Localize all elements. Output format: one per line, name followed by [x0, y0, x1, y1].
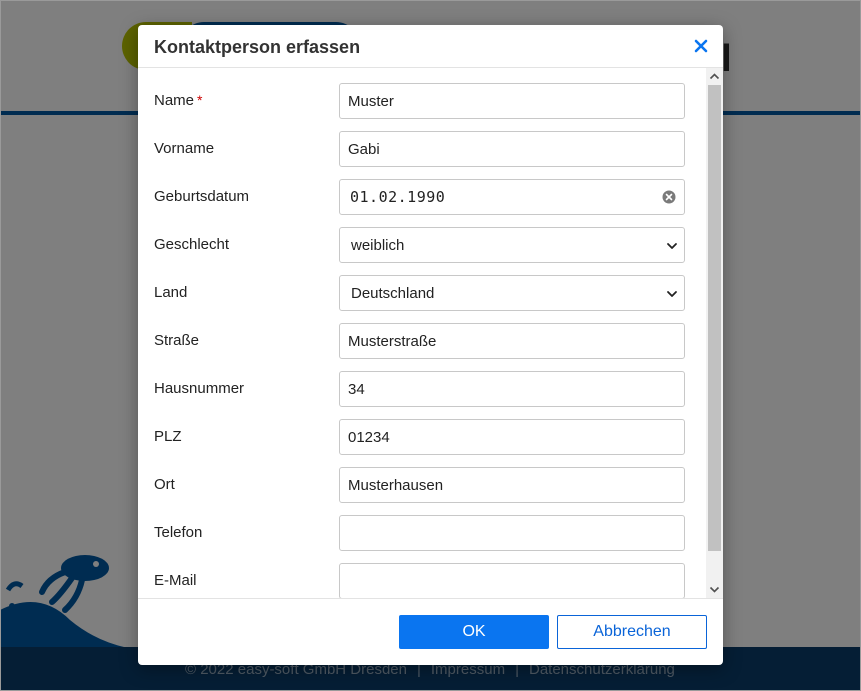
vorname-input[interactable]	[339, 131, 685, 167]
close-button[interactable]	[689, 34, 713, 58]
vorname-label: Vorname	[154, 140, 215, 157]
form-row-name: Name *	[138, 83, 706, 119]
chevron-down-icon	[667, 243, 677, 249]
cancel-button[interactable]: Abbrechen	[557, 615, 707, 649]
clear-icon[interactable]	[662, 190, 676, 204]
name-label: Name *	[154, 92, 203, 109]
email-input[interactable]	[339, 563, 685, 598]
geschlecht-selected-value: weiblich	[351, 237, 405, 254]
form-row-geschlecht: Geschlecht weiblich	[138, 227, 706, 263]
ok-button[interactable]: OK	[399, 615, 549, 649]
form-row-email: E-Mail	[138, 563, 706, 598]
form-row-strasse: Straße	[138, 323, 706, 359]
form-row-ort: Ort	[138, 467, 706, 503]
required-marker: *	[197, 92, 203, 108]
plz-input[interactable]	[339, 419, 685, 455]
land-label: Land	[154, 284, 188, 301]
name-input[interactable]	[339, 83, 685, 119]
form-row-hausnummer: Hausnummer	[138, 371, 706, 407]
geburtsdatum-label: Geburtsdatum	[154, 188, 250, 205]
land-select[interactable]: Deutschland	[339, 275, 685, 311]
form-row-land: Land Deutschland	[138, 275, 706, 311]
geschlecht-select[interactable]: weiblich	[339, 227, 685, 263]
close-icon	[694, 39, 708, 53]
telefon-input[interactable]	[339, 515, 685, 551]
ort-label: Ort	[154, 476, 175, 493]
email-label: E-Mail	[154, 572, 197, 589]
hausnummer-input[interactable]	[339, 371, 685, 407]
chevron-down-icon	[667, 291, 677, 297]
dialog-form: Name* Vorname Geburtsdatum Geschlecht we…	[138, 68, 706, 598]
dialog-header: Kontaktperson erfassen	[138, 25, 723, 68]
form-row-telefon: Telefon	[138, 515, 706, 551]
scrollbar-thumb[interactable]	[708, 85, 721, 551]
form-row-geburtsdatum: Geburtsdatum	[138, 179, 706, 215]
ort-input[interactable]	[339, 467, 685, 503]
geburtsdatum-input[interactable]	[339, 179, 685, 215]
strasse-label: Straße	[154, 332, 200, 349]
contact-person-dialog: Kontaktperson erfassen Name* Vorname Geb…	[138, 25, 723, 665]
form-row-plz: PLZ	[138, 419, 706, 455]
form-row-vorname: Vorname	[138, 131, 706, 167]
plz-label: PLZ	[154, 428, 182, 445]
strasse-input[interactable]	[339, 323, 685, 359]
hausnummer-label: Hausnummer	[154, 380, 245, 397]
telefon-label: Telefon	[154, 524, 203, 541]
form-scrollbar[interactable]	[706, 68, 723, 598]
dialog-footer: OK Abbrechen	[138, 598, 723, 666]
geschlecht-label: Geschlecht	[154, 236, 230, 253]
land-selected-value: Deutschland	[351, 285, 435, 302]
scroll-up-arrow-icon[interactable]	[706, 68, 723, 85]
scroll-down-arrow-icon[interactable]	[706, 581, 723, 598]
dialog-title: Kontaktperson erfassen	[154, 37, 361, 57]
